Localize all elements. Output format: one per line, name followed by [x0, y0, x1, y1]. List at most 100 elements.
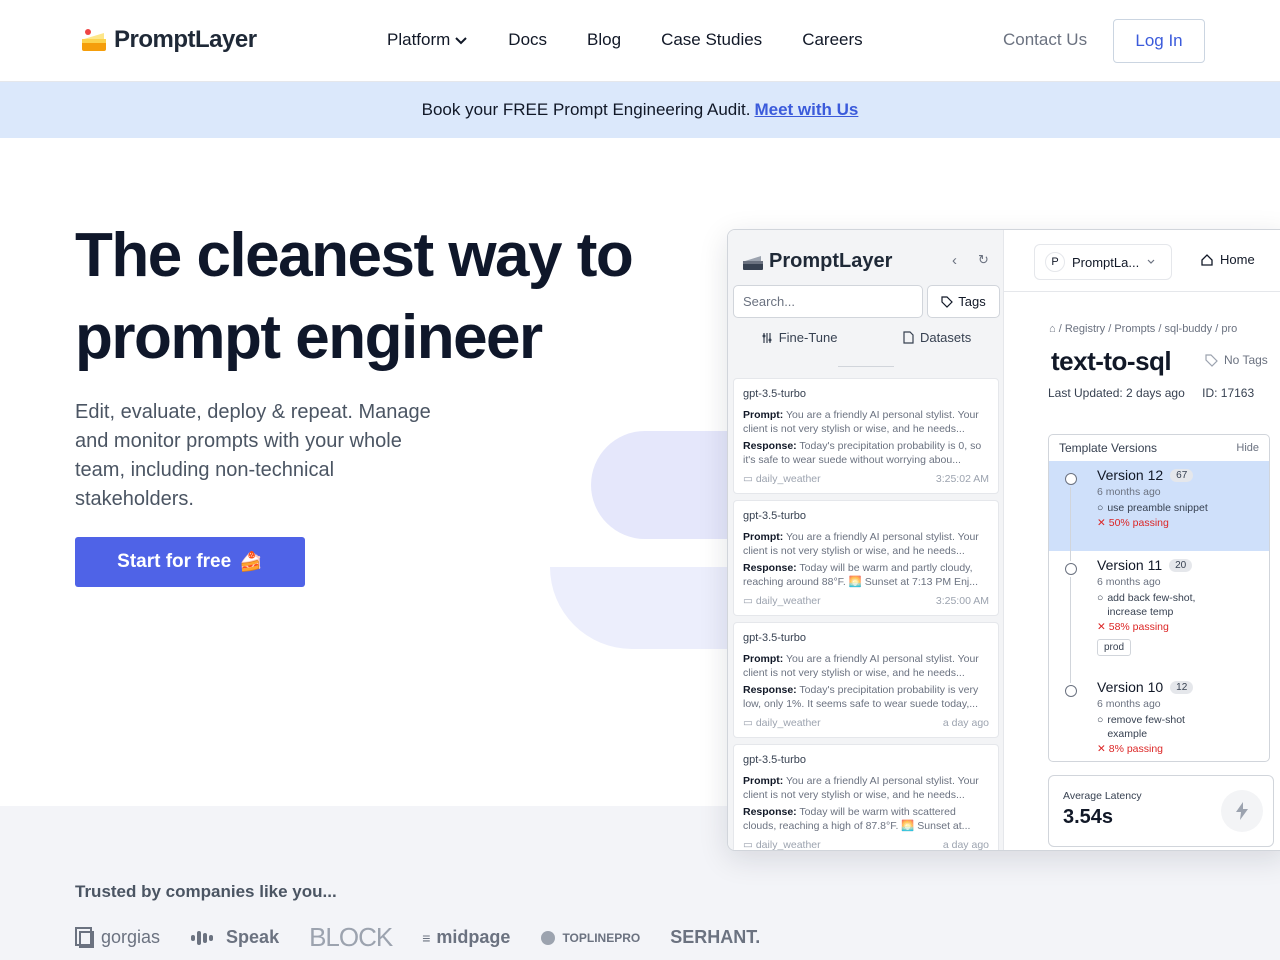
request-response: Response: Today will be warm with scatte… — [743, 805, 989, 833]
version-message: add back few-shot, increase temp — [1107, 592, 1196, 618]
hero-title-line: prompt engineer — [75, 303, 543, 372]
version-name: Version 10 — [1097, 679, 1164, 695]
topline-mark-icon — [541, 930, 556, 945]
request-time: a day ago — [942, 839, 989, 851]
hero-title-line: The cleanest way to — [75, 221, 634, 290]
home-icon[interactable]: ⌂ — [1049, 323, 1056, 335]
nav-docs[interactable]: Docs — [508, 30, 547, 50]
version-item[interactable]: Version 11 20 6 months ago ○ add back few-… — [1049, 551, 1269, 683]
request-model: gpt-3.5-turbo — [743, 510, 806, 522]
breadcrumb-path[interactable]: / Registry / Prompts / sql-buddy / pro — [1059, 323, 1238, 335]
app-brand-name: PromptLayer — [769, 250, 893, 272]
version-age: 6 months ago — [1097, 486, 1161, 498]
request-model: gpt-3.5-turbo — [743, 754, 806, 766]
request-prompt: Prompt: You are a friendly AI personal s… — [743, 652, 989, 680]
cake-emoji-icon: 🍰 — [239, 552, 263, 573]
home-icon — [1201, 253, 1213, 266]
nav-case-studies[interactable]: Case Studies — [661, 30, 762, 50]
request-time: 3:25:00 AM — [935, 595, 989, 607]
version-item[interactable]: Version 10 12 6 months ago ○ remove few-sh… — [1049, 673, 1269, 761]
request-card[interactable]: gpt-3.5-turbo Prompt: You are a friendly… — [733, 744, 999, 851]
nav-platform[interactable]: Platform — [387, 30, 468, 50]
chevron-down-icon — [1147, 259, 1155, 264]
hide-button[interactable]: Hide — [1236, 442, 1259, 454]
app-sidebar: PromptLayer ‹ ↻ Search... Tags Fine-Tune… — [728, 230, 1004, 851]
cake-logo-icon — [743, 255, 763, 270]
request-prompt: Prompt: You are a friendly AI personal s… — [743, 530, 989, 558]
contact-link[interactable]: Contact Us — [1003, 30, 1087, 50]
comment-icon: ○ — [1097, 502, 1104, 514]
prompt-id: ID: 17163 — [1202, 386, 1255, 400]
breadcrumb: ⌂ / Registry / Prompts / sql-buddy / pro — [1049, 323, 1237, 335]
version-tag[interactable]: prod — [1097, 639, 1132, 656]
hero-title: The cleanest way to prompt engineer — [75, 215, 675, 379]
timeline-line — [1070, 487, 1071, 561]
request-card[interactable]: gpt-3.5-turbo Prompt: You are a friendly… — [733, 378, 999, 494]
banner-text: Book your FREE Prompt Engineering Audit. — [421, 100, 751, 119]
logo-gorgias: gorgias — [75, 926, 161, 949]
chevron-down-icon — [455, 37, 468, 45]
version-dot — [1065, 473, 1077, 485]
brand-name: PromptLayer — [114, 26, 257, 53]
tag-icon — [1205, 353, 1218, 367]
x-icon: ✕ — [1097, 743, 1106, 755]
version-item[interactable]: Version 12 67 6 months ago ○ use preamble … — [1049, 461, 1269, 561]
logo-text: gorgias — [101, 927, 161, 947]
banner-link[interactable]: Meet with Us — [754, 100, 858, 120]
tab-datasets[interactable]: Datasets — [903, 330, 971, 345]
tab-fine-tune[interactable]: Fine-Tune — [761, 330, 838, 345]
version-name: Version 11 — [1097, 557, 1163, 573]
version-pass-rate: 50% passing — [1108, 517, 1169, 529]
app-screenshot: PromptLayer ‹ ↻ Search... Tags Fine-Tune… — [727, 229, 1280, 851]
template-versions-header: Template Versions Hide — [1049, 435, 1269, 461]
start-free-button[interactable]: Start for free 🍰 — [75, 537, 305, 587]
promo-banner: Book your FREE Prompt Engineering Audit.… — [0, 82, 1280, 138]
prompt-label: Prompt: — [743, 409, 784, 421]
nav-careers[interactable]: Careers — [802, 30, 862, 50]
prompt-meta: Last Updated: 2 days ago ID: 17163 — [1048, 386, 1254, 400]
home-link[interactable]: Home — [1200, 252, 1255, 267]
nav-blog[interactable]: Blog — [587, 30, 621, 50]
prompt-label: Prompt: — [743, 775, 784, 787]
request-card[interactable]: gpt-3.5-turbo Prompt: You are a friendly… — [733, 500, 999, 616]
version-dot — [1065, 563, 1077, 575]
request-response: Response: Today will be warm and partly … — [743, 561, 989, 589]
request-card[interactable]: gpt-3.5-turbo Prompt: You are a friendly… — [733, 622, 999, 738]
comment-icon: ○ — [1097, 714, 1104, 726]
logo-text: midpage — [436, 927, 511, 947]
no-tags-label: No Tags — [1224, 353, 1268, 367]
no-tags-badge[interactable]: No Tags — [1205, 353, 1268, 367]
request-tag: ▭ daily_weather — [743, 839, 821, 851]
logo-block: BLOCK — [309, 922, 393, 953]
version-count: 20 — [1169, 558, 1193, 572]
tag-text: daily_weather — [755, 595, 821, 607]
request-prompt: Prompt: You are a friendly AI personal s… — [743, 408, 989, 436]
tab-divider — [838, 366, 894, 367]
request-tag: ▭ daily_weather — [743, 595, 821, 607]
app-brand: PromptLayer — [742, 250, 892, 273]
search-input[interactable]: Search... — [733, 285, 923, 318]
tag-text: daily_weather — [755, 473, 821, 485]
trusted-heading: Trusted by companies like you... — [75, 882, 337, 901]
top-navbar: PromptLayer Platform Docs Blog Case Stud… — [0, 0, 1280, 82]
prompt-label: Prompt: — [743, 531, 784, 543]
request-tag: ▭ daily_weather — [743, 717, 821, 729]
tag-icon — [941, 295, 954, 308]
tag-text: daily_weather — [755, 839, 821, 851]
prompt-label: Prompt: — [743, 653, 784, 665]
response-label: Response: — [743, 440, 797, 452]
x-icon: ✕ — [1097, 517, 1106, 529]
login-button[interactable]: Log In — [1113, 19, 1205, 63]
logo-serhant: SERHANT. — [670, 927, 760, 948]
brand-logo[interactable]: PromptLayer — [80, 26, 257, 54]
request-model: gpt-3.5-turbo — [743, 388, 806, 400]
logo-text: TOPLINEPRO — [562, 930, 641, 945]
request-prompt: Prompt: You are a friendly AI personal s… — [743, 774, 989, 802]
refresh-icon[interactable]: ↻ — [978, 252, 989, 268]
workspace-switcher[interactable]: P PromptLa... — [1034, 244, 1172, 280]
customer-logos: gorgias Speak BLOCK ≡ midpage TOPLINEPRO… — [75, 922, 760, 953]
x-icon: ✕ — [1097, 621, 1106, 633]
tags-button[interactable]: Tags — [927, 285, 1000, 318]
response-label: Response: — [743, 806, 797, 818]
back-chevron-icon[interactable]: ‹ — [952, 252, 957, 269]
